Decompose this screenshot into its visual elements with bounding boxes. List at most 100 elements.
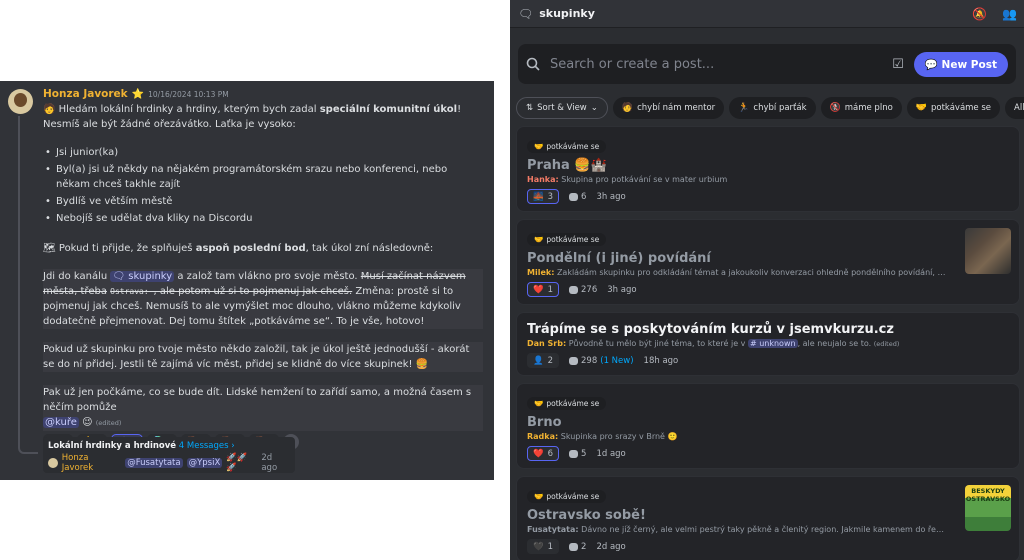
- sort-view-button[interactable]: ⇅ Sort & View ⌄: [516, 97, 608, 119]
- post-card[interactable]: 🤝 potkáváme se Ostravsko sobě! Fusatytata…: [516, 476, 1020, 560]
- post-tag: 🤝 potkáváme se: [527, 397, 607, 410]
- paragraph-intro: 🧑 Hledám lokální hrdinky a hrdiny, který…: [43, 104, 462, 130]
- message-count: 5: [569, 449, 586, 459]
- members-icon[interactable]: 👥: [1002, 7, 1017, 21]
- last-author: Honza Javorek: [61, 453, 94, 473]
- filter-all-dropdown[interactable]: All⌄: [1005, 97, 1024, 119]
- search-bar[interactable]: Search or create a post... ☑ 💬 New Post: [518, 44, 1016, 84]
- post-footer: 🖤 1 2 2d ago: [527, 539, 1009, 554]
- post-reaction[interactable]: 🖤 1: [527, 539, 560, 554]
- chat-icon: [569, 356, 579, 365]
- filter-tag-meeting[interactable]: 🤝 potkáváme se: [906, 97, 1001, 119]
- post-card[interactable]: Trápíme se s poskytováním kurzů v jsemvk…: [516, 312, 1020, 376]
- channel-link[interactable]: 🗨 skupinky: [110, 271, 175, 282]
- post-time: 1d ago: [596, 448, 626, 459]
- search-icon: [526, 57, 540, 71]
- chat-icon: [569, 542, 579, 551]
- post-preview: Milek: Zakládám skupinku pro odkládání t…: [527, 268, 947, 277]
- post-footer: ❤️ 1 276 3h ago: [527, 282, 1009, 297]
- message-count: 276: [569, 285, 597, 295]
- forum-icon: 🗨: [112, 271, 126, 282]
- filter-tag-mentor[interactable]: 🧑 chybí nám mentor: [612, 97, 725, 119]
- post-list: 🤝 potkáváme se Praha 🍔🏰 Hanka: Skupina pr…: [516, 126, 1020, 560]
- map-icon: 🗺: [43, 243, 56, 254]
- post-reaction[interactable]: ❤️ 6: [527, 446, 560, 461]
- post-time: 3h ago: [596, 191, 626, 202]
- rocket-emoji-icon: 🚀🚀🚀: [226, 453, 248, 473]
- list-item: Byl(a) jsi už někdy na nějakém programát…: [45, 162, 483, 192]
- post-thumbnail[interactable]: BESKYDY OSTRAVSKO: [965, 485, 1011, 531]
- message-timestamp: 10/16/2024 10:13 PM: [148, 90, 229, 99]
- post-preview: Dan Srb: Původně tu mělo být jiné téma, …: [527, 339, 900, 348]
- message-author[interactable]: Honza Javorek: [43, 87, 128, 102]
- post-tag: 🤝 potkáváme se: [527, 233, 607, 246]
- chat-icon: 💬: [924, 58, 938, 71]
- thread-preview[interactable]: Lokální hrdinky a hrdinové 4 Messages › …: [43, 437, 295, 473]
- post-card[interactable]: 🤝 potkáváme se Praha 🍔🏰 Hanka: Skupina pr…: [516, 126, 1020, 212]
- post-tag: 🤝 potkáváme se: [527, 490, 607, 503]
- post-time: 3h ago: [607, 284, 637, 295]
- post-time: 18h ago: [643, 355, 679, 366]
- post-reaction[interactable]: ❤️ 1: [527, 282, 560, 297]
- message-count: 6: [569, 192, 586, 202]
- paragraph-task: Jdi do kanálu 🗨 skupinky a založ tam vlá…: [43, 269, 483, 329]
- thread-connector: [18, 116, 38, 454]
- wink-emoji-icon: 😉: [82, 417, 93, 428]
- hamburger-emoji-icon: 🍔: [415, 359, 429, 370]
- checkbox-icon[interactable]: ☑: [892, 57, 904, 72]
- post-preview: Hanka: Skupina pro potkávání se v mater …: [527, 175, 728, 184]
- list-item: Jsi junior(ka): [45, 145, 483, 160]
- author-avatar[interactable]: [8, 89, 33, 114]
- forum-icon: 🗨: [518, 6, 534, 21]
- new-post-button[interactable]: 💬 New Post: [913, 51, 1008, 77]
- user-mention[interactable]: @kuře: [43, 417, 79, 428]
- post-preview: Fusatytata: Dávno ne jíž černý, ale velm…: [527, 525, 947, 534]
- filter-tag-partner[interactable]: 🏃 chybí parťák: [729, 97, 816, 119]
- post-tag: 🤝 potkáváme se: [527, 140, 607, 153]
- post-reaction[interactable]: 👤 2: [527, 353, 560, 368]
- post-title: Pondělní (i jiné) povídání: [527, 251, 711, 266]
- chevron-down-icon: ⌄: [590, 103, 598, 113]
- channel-title: skupinky: [539, 7, 595, 20]
- chat-icon: [569, 449, 579, 458]
- post-title: Ostravsko sobě!: [527, 508, 646, 523]
- post-footer: 👤 2 298 (1 New) 18h ago: [527, 353, 1009, 368]
- post-preview: Radka: Skupinka pro srazy v Brně 🙂: [527, 432, 678, 441]
- city-emoji-icon: 🍔🏰: [574, 158, 607, 173]
- chat-icon: [569, 285, 579, 294]
- paragraph-wait: Pak už jen počkáme, co se bude dít. Lids…: [43, 385, 483, 431]
- thread-time: 2d ago: [261, 453, 278, 473]
- post-time: 2d ago: [596, 541, 626, 552]
- search-input[interactable]: Search or create a post...: [550, 57, 892, 72]
- person-icon: 🧑: [43, 104, 56, 115]
- message-panel: Honza Javorek ⭐ 10/16/2024 10:13 PM 🧑 Hl…: [0, 81, 494, 480]
- post-thumbnail[interactable]: [965, 228, 1011, 274]
- star-icon: ⭐: [131, 89, 145, 100]
- sort-icon: ⇅: [526, 103, 534, 113]
- paragraph-join: Pokud už skupinku pro tvoje město někdo …: [43, 342, 483, 372]
- post-footer: 🌉 3 6 3h ago: [527, 189, 1009, 204]
- chat-icon: [569, 192, 579, 201]
- filter-tag-full[interactable]: 🚷 máme plno: [820, 97, 902, 119]
- thread-mention-1: @Fusatytata: [125, 458, 183, 468]
- message-count: 298 (1 New): [569, 356, 634, 366]
- post-reaction[interactable]: 🌉 3: [527, 189, 560, 204]
- post-title: Brno: [527, 415, 562, 430]
- thread-mention-2: @YpsiX: [186, 458, 223, 468]
- filter-bar: ⇅ Sort & View ⌄ 🧑 chybí nám mentor 🏃 chybí p…: [516, 96, 1024, 120]
- thread-name: Lokální hrdinky a hrdinové: [48, 441, 177, 451]
- list-item: Nebojíš se udělat dva kliky na Discordu: [45, 211, 483, 226]
- requirements-list: Jsi junior(ka) Byl(a) jsi už někdy na ně…: [43, 145, 483, 226]
- channel-header: 🗨 skupinky 🔕 👥: [510, 0, 1024, 28]
- post-card[interactable]: 🤝 potkáváme se Brno Radka: Skupinka pro s…: [516, 383, 1020, 469]
- thread-message-count[interactable]: 4 Messages ›: [179, 441, 235, 451]
- list-item: Bydlíš ve větším městě: [45, 194, 483, 209]
- post-footer: ❤️ 6 5 1d ago: [527, 446, 1009, 461]
- last-author-avatar: [48, 458, 58, 468]
- post-card[interactable]: 🤝 potkáváme se Pondělní (i jiné) povídání…: [516, 219, 1020, 305]
- mute-icon[interactable]: 🔕: [972, 7, 987, 21]
- post-title: Praha 🍔🏰: [527, 158, 607, 173]
- post-title: Trápíme se s poskytováním kurzů v jsemvk…: [527, 322, 894, 337]
- message-count: 2: [569, 542, 586, 552]
- forum-panel: 🗨 skupinky 🔕 👥 Search or create a post..…: [510, 0, 1024, 560]
